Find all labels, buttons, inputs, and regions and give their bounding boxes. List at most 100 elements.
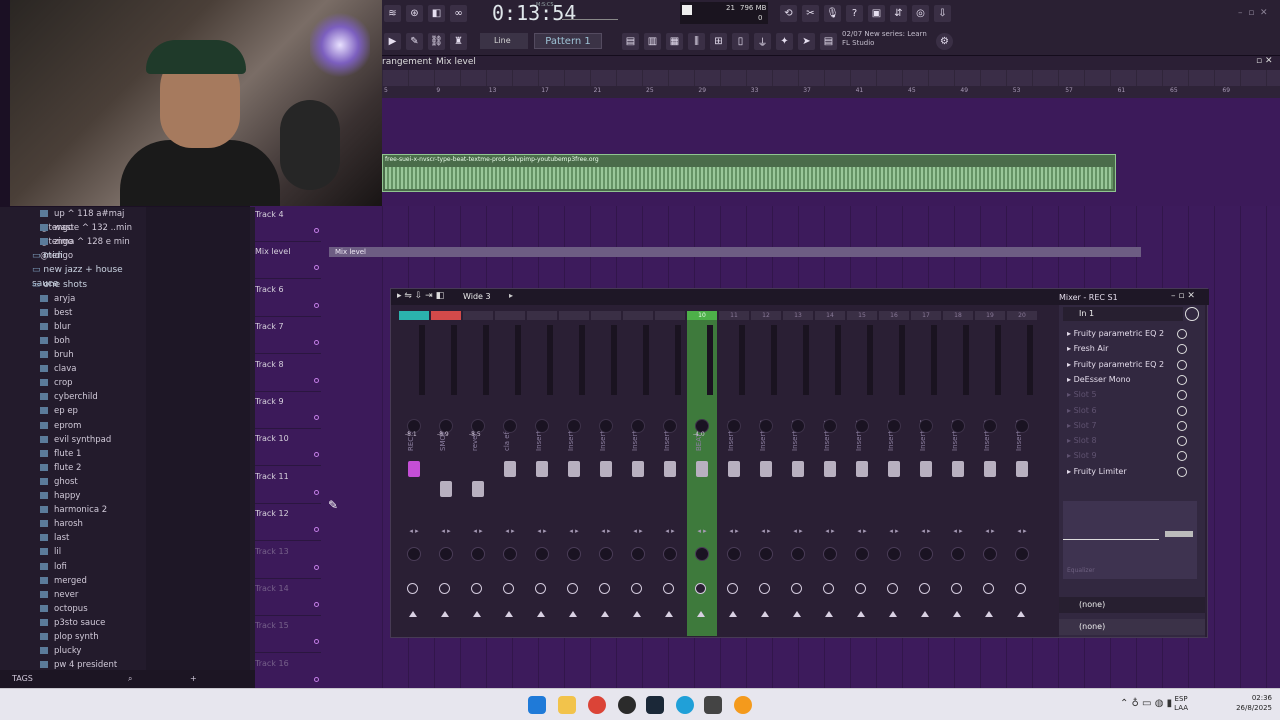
route-arrow-icon[interactable]	[857, 611, 865, 617]
browser-file[interactable]: harmonica 2	[40, 503, 107, 517]
snap-icon[interactable]: ✎	[406, 33, 423, 50]
strip-arrows-icon[interactable]: ◂ ▸	[755, 527, 777, 535]
mixer-strip[interactable]: 17 Insert 17 ◂ ▸	[911, 311, 941, 636]
timeline-ruler[interactable]: 5 9 13 17 21 25 29 33 37 41 45 49 53 57 61 65 69	[382, 86, 1280, 98]
strip-arrows-icon[interactable]: ◂ ▸	[915, 527, 937, 535]
volume-fader[interactable]	[856, 461, 868, 477]
news-hint[interactable]: 02/07 New series: Learn FL Studio	[842, 30, 927, 48]
mixer-strip[interactable]: 19 Insert 19 ◂ ▸	[975, 311, 1005, 636]
browser-file[interactable]: crop	[40, 376, 73, 390]
effect-slot[interactable]: ▸ Slot 6	[1067, 404, 1197, 418]
strip-mute-switch[interactable]	[823, 583, 834, 594]
route-arrow-icon[interactable]	[473, 611, 481, 617]
track-mute-icon[interactable]	[314, 489, 319, 495]
track-header[interactable]: Track 15	[255, 617, 321, 654]
route-arrow-icon[interactable]	[537, 611, 545, 617]
browser-file[interactable]: cyberchild	[40, 390, 98, 404]
strip-mute-switch[interactable]	[503, 583, 514, 594]
track-mute-icon[interactable]	[314, 452, 319, 458]
output-selector-1[interactable]: (none)	[1059, 597, 1205, 613]
strip-mute-switch[interactable]	[535, 583, 546, 594]
route-arrow-icon[interactable]	[601, 611, 609, 617]
stamp-icon[interactable]: ♜	[450, 33, 467, 50]
track-header[interactable]: Track 6	[255, 281, 321, 317]
pan-knob[interactable]	[567, 547, 581, 561]
volume-fader[interactable]	[760, 461, 772, 477]
strip-mute-switch[interactable]	[791, 583, 802, 594]
edge-icon[interactable]	[676, 696, 694, 714]
slot-enable-icon[interactable]	[1177, 466, 1187, 477]
window-controls[interactable]: – ▫ ✕	[1238, 8, 1268, 18]
mixer-strip[interactable]: REC S1 -8.1 ◂ ▸	[399, 311, 429, 636]
effect-slot[interactable]: ▸ Slot 8	[1067, 434, 1197, 448]
stereo-knob[interactable]	[503, 419, 517, 433]
output-selector-2[interactable]: (none)	[1059, 619, 1205, 635]
pan-knob[interactable]	[631, 547, 645, 561]
mixer-strip[interactable]: 16 Insert 16 ◂ ▸	[879, 311, 909, 636]
browser-file[interactable]: flute 2	[40, 461, 81, 475]
volume-fader[interactable]	[888, 461, 900, 477]
track-header[interactable]: Track 10	[255, 430, 321, 467]
slot-enable-icon[interactable]	[1177, 390, 1187, 401]
track-header[interactable]: Track 7	[255, 318, 321, 355]
browser-file[interactable]: clava	[40, 362, 76, 376]
overview-strip[interactable]	[382, 70, 1280, 86]
pan-knob[interactable]	[727, 547, 741, 561]
strip-mute-switch[interactable]	[663, 583, 674, 594]
stereo-knob[interactable]	[727, 419, 741, 433]
pan-knob[interactable]	[535, 547, 549, 561]
stereo-knob[interactable]	[567, 419, 581, 433]
pan-knob[interactable]	[695, 547, 709, 561]
effect-slot[interactable]: ▸ Fresh Air	[1067, 342, 1197, 356]
volume-fader[interactable]	[952, 461, 964, 477]
mixer-strip[interactable]: Insert 5 ◂ ▸	[527, 311, 557, 636]
play-icon[interactable]: ▶	[384, 33, 401, 50]
pan-knob[interactable]	[1015, 547, 1029, 561]
stereo-knob[interactable]	[535, 419, 549, 433]
slot-enable-icon[interactable]	[1177, 344, 1187, 355]
strip-arrows-icon[interactable]: ◂ ▸	[979, 527, 1001, 535]
volume-fader[interactable]	[728, 461, 740, 477]
track-mute-icon[interactable]	[314, 228, 319, 233]
mic-icon[interactable]: 🎙	[824, 5, 841, 22]
tray-icons[interactable]: ⌃ ♁ ▭ ◍ ▮	[1120, 698, 1172, 709]
pan-knob[interactable]	[983, 547, 997, 561]
slot-enable-icon[interactable]	[1177, 420, 1187, 431]
strip-mute-switch[interactable]	[951, 583, 962, 594]
volume-fader[interactable]	[472, 481, 484, 497]
browser-folder[interactable]: ▭ midi	[32, 249, 63, 263]
track-header[interactable]: Track 4	[255, 206, 321, 242]
loop-icon[interactable]: ∞	[450, 5, 467, 22]
volume-fader[interactable]	[920, 461, 932, 477]
pan-knob[interactable]	[407, 547, 421, 561]
pan-knob[interactable]	[663, 547, 677, 561]
stereo-knob[interactable]	[855, 419, 869, 433]
stereo-knob[interactable]	[951, 419, 965, 433]
mixer-window-controls[interactable]: – ▫ ✕	[1171, 291, 1195, 301]
link-icon[interactable]: ⛓	[428, 33, 445, 50]
master-pitch[interactable]	[562, 6, 618, 20]
system-clock[interactable]: 02:36 26/8/2025	[1236, 693, 1272, 713]
pan-knob[interactable]	[919, 547, 933, 561]
stereo-knob[interactable]	[1015, 419, 1029, 433]
strip-mute-switch[interactable]	[631, 583, 642, 594]
strip-arrows-icon[interactable]: ◂ ▸	[691, 527, 713, 535]
playlist-icon[interactable]: ▤	[622, 33, 639, 50]
pan-knob[interactable]	[951, 547, 965, 561]
strip-arrows-icon[interactable]: ◂ ▸	[531, 527, 553, 535]
arrow-icon[interactable]: ➤	[798, 33, 815, 50]
strip-mute-switch[interactable]	[439, 583, 450, 594]
volume-fader[interactable]	[664, 461, 676, 477]
slot-enable-icon[interactable]	[1177, 329, 1187, 339]
undo-icon[interactable]: ⟲	[780, 5, 797, 22]
browser-file[interactable]: ep ep	[40, 404, 78, 418]
mixer-strip[interactable]: 12 Insert 12 ◂ ▸	[751, 311, 781, 636]
route-arrow-icon[interactable]	[953, 611, 961, 617]
browser-file[interactable]: evil synthpad	[40, 433, 111, 447]
tool-icon[interactable]: ✦	[776, 33, 793, 50]
track-header[interactable]: Track 13	[255, 543, 321, 579]
mixer-strip[interactable]: 20 Insert 20 ◂ ▸	[1007, 311, 1037, 636]
browser-file[interactable]: lofi	[40, 560, 67, 574]
save-icon[interactable]: ▣	[868, 5, 885, 22]
strip-mute-switch[interactable]	[759, 583, 770, 594]
